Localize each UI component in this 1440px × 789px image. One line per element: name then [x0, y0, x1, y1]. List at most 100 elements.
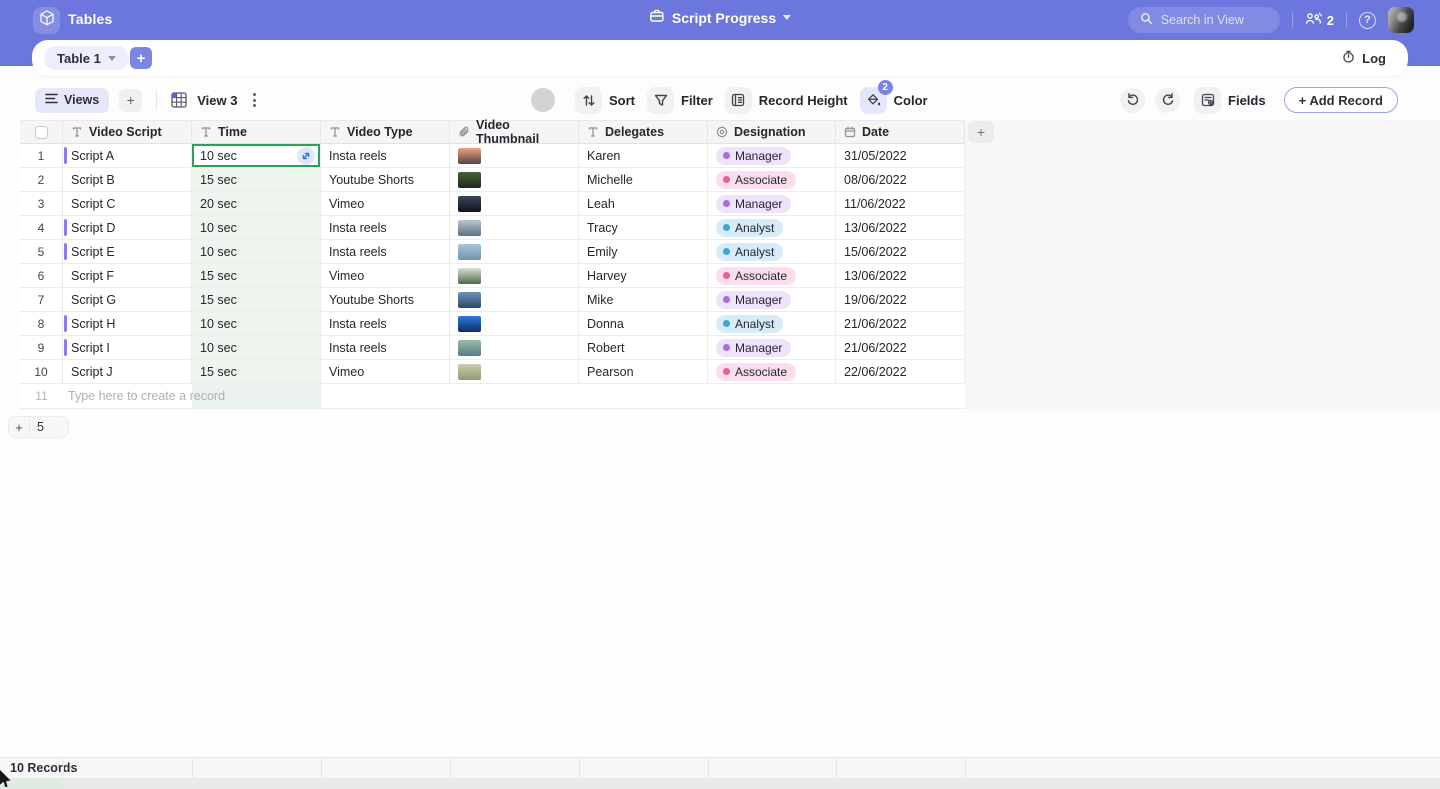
cell-time[interactable]: 10 sec: [192, 336, 321, 359]
add-rows-count[interactable]: 5: [30, 420, 68, 434]
cell-delegates[interactable]: Michelle: [579, 168, 708, 191]
tab-table-1[interactable]: Table 1: [44, 46, 129, 70]
cell-video-script[interactable]: Script J: [63, 360, 192, 383]
bottom-scrollbar-track[interactable]: [0, 778, 1440, 789]
cell-time[interactable]: 15 sec: [192, 264, 321, 287]
add-row-plus[interactable]: +: [9, 419, 30, 435]
cell-time[interactable]: 15 sec: [192, 360, 321, 383]
cell-designation[interactable]: Manager: [708, 144, 836, 167]
cell-time[interactable]: 10 sec: [192, 216, 321, 239]
view-menu-kebab-icon[interactable]: [247, 89, 262, 111]
cell-video-script[interactable]: Script B: [63, 168, 192, 191]
cell-date[interactable]: 31/05/2022: [836, 144, 965, 167]
cell-delegates[interactable]: Robert: [579, 336, 708, 359]
select-all-checkbox[interactable]: [20, 121, 63, 143]
thumbnail-image[interactable]: [458, 315, 481, 332]
column-header-time[interactable]: Time: [192, 121, 321, 143]
help-button[interactable]: ?: [1359, 11, 1376, 29]
row-number[interactable]: 6: [20, 264, 63, 287]
row-number[interactable]: 10: [20, 360, 63, 383]
cell-video-thumbnail[interactable]: [450, 312, 579, 335]
sort-button[interactable]: Sort: [575, 86, 635, 114]
row-number[interactable]: 3: [20, 192, 63, 215]
cell-video-thumbnail[interactable]: [450, 288, 579, 311]
column-header-video-thumbnail[interactable]: Video Thumbnail: [450, 118, 579, 146]
cell-video-script[interactable]: Script A: [63, 144, 192, 167]
column-header-delegates[interactable]: Delegates: [579, 121, 708, 143]
cell-video-type[interactable]: Insta reels: [321, 336, 450, 359]
cell-delegates[interactable]: Harvey: [579, 264, 708, 287]
row-number[interactable]: 2: [20, 168, 63, 191]
cell-video-type[interactable]: Vimeo: [321, 264, 450, 287]
cell-video-thumbnail[interactable]: [450, 168, 579, 191]
thumbnail-image[interactable]: [458, 363, 481, 380]
cell-video-thumbnail[interactable]: [450, 264, 579, 287]
cell-delegates[interactable]: Pearson: [579, 360, 708, 383]
thumbnail-image[interactable]: [458, 243, 481, 260]
cell-date[interactable]: 21/06/2022: [836, 312, 965, 335]
add-view-button[interactable]: +: [119, 88, 143, 112]
thumbnail-image[interactable]: [458, 267, 481, 284]
color-button[interactable]: 2 Color: [859, 79, 928, 114]
cell-designation[interactable]: Associate: [708, 264, 836, 287]
cell-video-type[interactable]: Insta reels: [321, 216, 450, 239]
cell-video-type[interactable]: Vimeo: [321, 360, 450, 383]
cell-delegates[interactable]: Karen: [579, 144, 708, 167]
column-header-date[interactable]: Date: [836, 121, 965, 143]
cell-delegates[interactable]: Tracy: [579, 216, 708, 239]
cell-video-script[interactable]: Script E: [63, 240, 192, 263]
user-avatar[interactable]: [1388, 7, 1414, 33]
cell-time[interactable]: 10 sec: [192, 144, 321, 167]
thumbnail-image[interactable]: [458, 339, 481, 356]
thumbnail-image[interactable]: [458, 219, 481, 236]
cell-video-type[interactable]: Youtube Shorts: [321, 288, 450, 311]
cell-video-thumbnail[interactable]: [450, 192, 579, 215]
cell-date[interactable]: 13/06/2022: [836, 264, 965, 287]
cell-video-type[interactable]: Insta reels: [321, 144, 450, 167]
add-record-button[interactable]: + Add Record: [1283, 87, 1398, 113]
view-name[interactable]: View 3: [197, 93, 237, 108]
cell-date[interactable]: 22/06/2022: [836, 360, 965, 383]
collapsed-tool-button[interactable]: [531, 88, 555, 112]
base-title-menu[interactable]: Script Progress: [649, 8, 792, 27]
cell-video-script[interactable]: Script D: [63, 216, 192, 239]
cell-delegates[interactable]: Leah: [579, 192, 708, 215]
cell-designation[interactable]: Manager: [708, 192, 836, 215]
add-field-button[interactable]: +: [968, 121, 994, 143]
add-rows-button[interactable]: + 5: [8, 416, 69, 438]
cell-delegates[interactable]: Mike: [579, 288, 708, 311]
cell-video-type[interactable]: Youtube Shorts: [321, 168, 450, 191]
cell-time[interactable]: 20 sec: [192, 192, 321, 215]
cell-designation[interactable]: Analyst: [708, 216, 836, 239]
cell-video-script[interactable]: Script H: [63, 312, 192, 335]
cell-date[interactable]: 11/06/2022: [836, 192, 965, 215]
cell-video-thumbnail[interactable]: [450, 240, 579, 263]
cell-designation[interactable]: Manager: [708, 288, 836, 311]
cell-time[interactable]: 10 sec: [192, 240, 321, 263]
column-header-video-type[interactable]: Video Type: [321, 121, 450, 143]
row-number[interactable]: 8: [20, 312, 63, 335]
row-number[interactable]: 9: [20, 336, 63, 359]
cell-date[interactable]: 15/06/2022: [836, 240, 965, 263]
row-number[interactable]: 4: [20, 216, 63, 239]
cell-video-script[interactable]: Script F: [63, 264, 192, 287]
cell-video-thumbnail[interactable]: [450, 144, 579, 167]
cell-delegates[interactable]: Emily: [579, 240, 708, 263]
cell-designation[interactable]: Analyst: [708, 312, 836, 335]
thumbnail-image[interactable]: [458, 195, 481, 212]
cell-designation[interactable]: Analyst: [708, 240, 836, 263]
log-button[interactable]: Log: [1333, 46, 1394, 70]
search-input[interactable]: Search in View: [1127, 7, 1280, 33]
cell-time[interactable]: 15 sec: [192, 288, 321, 311]
cell-video-script[interactable]: Script G: [63, 288, 192, 311]
row-number[interactable]: 7: [20, 288, 63, 311]
cell-video-thumbnail[interactable]: [450, 360, 579, 383]
cell-time[interactable]: 10 sec: [192, 312, 321, 335]
thumbnail-image[interactable]: [458, 147, 481, 164]
cell-delegates[interactable]: Donna: [579, 312, 708, 335]
cell-video-script[interactable]: Script I: [63, 336, 192, 359]
record-height-button[interactable]: Record Height: [724, 86, 848, 114]
cell-designation[interactable]: Associate: [708, 168, 836, 191]
cell-date[interactable]: 21/06/2022: [836, 336, 965, 359]
cell-video-type[interactable]: Vimeo: [321, 192, 450, 215]
